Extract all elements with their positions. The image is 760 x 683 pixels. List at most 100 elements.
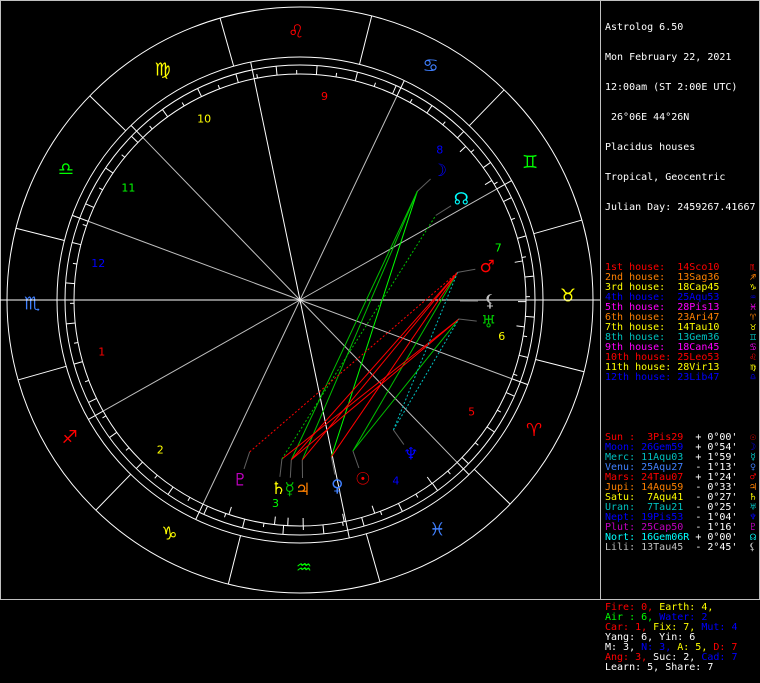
degree-tick (443, 122, 446, 125)
planet-glyph-icon: ♇ (233, 470, 248, 490)
planet-marker (515, 261, 523, 262)
degree-tick (522, 257, 526, 258)
degree-tick (513, 374, 517, 375)
degree-tick (511, 218, 515, 219)
degree-tick (410, 99, 412, 102)
zodiac-sign-icon: ♍ (155, 59, 171, 80)
house-number: 2 (157, 443, 164, 456)
sign-boundary (469, 90, 504, 126)
house-number: 9 (321, 90, 328, 103)
degree-tick (73, 263, 77, 264)
zodiac-type: Tropical, Geocentric (605, 173, 757, 183)
degree-tick (276, 66, 277, 75)
aspect-line (353, 319, 459, 451)
house-number: 5 (468, 406, 475, 419)
house-cusp-tick (397, 81, 404, 96)
degree-tick (483, 162, 490, 167)
planet-marker (427, 477, 432, 483)
planet-marker (485, 180, 492, 184)
sign-boundary (18, 366, 66, 380)
house-label: 12th house: (605, 372, 677, 383)
element-stats: Fire: 0, Earth: 4,Air : 6, Water: 2Car: … (605, 603, 757, 673)
degree-tick (162, 109, 167, 116)
house-row: 12th house: 23Lib47♎ (605, 373, 757, 383)
degree-tick (263, 523, 264, 527)
degree-tick (204, 506, 208, 514)
degree-tick (131, 136, 137, 142)
sign-icon: ♎ (750, 373, 756, 383)
degree-tick (506, 393, 514, 397)
house-number: 3 (272, 497, 279, 510)
planet-glyph-icon: ♀ (331, 476, 343, 496)
degree-tick (497, 410, 500, 412)
degree-tick (398, 503, 402, 511)
planet-glyph-icon: ☉ (355, 469, 370, 489)
planet-leader (393, 430, 404, 445)
aspect-line (393, 319, 458, 430)
chart-date: Mon February 22, 2021 (605, 53, 757, 63)
planet-list: Sun : 3Pis29 + 0°00'☉Moon: 26Gem59 + 0°5… (605, 433, 757, 553)
house-cusp-line (88, 221, 300, 300)
planet-marker (229, 507, 232, 515)
planet-icon: ⚸ (749, 543, 756, 553)
degree-tick (393, 86, 397, 94)
zodiac-sign-icon: ♉ (560, 286, 576, 307)
degree-tick (432, 483, 437, 490)
zodiac-sign-icon: ♏ (24, 293, 40, 314)
degree-tick (525, 276, 534, 277)
degree-tick (362, 517, 364, 526)
degree-tick (525, 316, 534, 317)
stat-segment: Mut: 4 (701, 622, 737, 633)
degree-tick (72, 242, 81, 244)
degree-tick (242, 519, 244, 528)
degree-tick (109, 432, 116, 437)
julian-day: Julian Day: 2459267.41667 (605, 203, 757, 213)
degree-tick (85, 380, 89, 381)
planet-glyph-icon: ☽ (432, 161, 447, 181)
degree-tick (99, 188, 102, 190)
planet-leader (353, 451, 359, 468)
planet-motion: - 2°45' (695, 542, 737, 553)
degree-tick (475, 443, 478, 446)
app-title: Astrolog 6.50 (605, 23, 757, 33)
degree-tick (342, 522, 343, 526)
zodiac-sign-icon: ♓ (429, 520, 445, 541)
chart-wheel[interactable]: ♈♉♊♋♌♍♎♏♐♑♒♓123456789101112☉☽☿♀♂♃♄♅♆♇☊⚸ (0, 0, 600, 600)
planet-leader (280, 459, 282, 477)
house-system: Placidus houses (605, 143, 757, 153)
sign-boundary (536, 359, 584, 371)
degree-tick (83, 224, 87, 225)
degree-tick (471, 150, 474, 153)
info-panel: Astrolog 6.50 Mon February 22, 2021 12:0… (605, 3, 757, 683)
zodiac-sign-icon: ♋ (423, 55, 439, 76)
planet-glyph-icon: ⚸ (484, 291, 496, 311)
zodiac-sign-icon: ♐ (62, 427, 78, 448)
zodiac-sign-icon: ♎ (58, 159, 74, 180)
degree-tick (283, 525, 284, 534)
house-number: 4 (392, 475, 399, 488)
house-cusp-tick (88, 411, 103, 419)
degree-tick (74, 342, 78, 343)
degree-tick (168, 487, 173, 494)
sign-boundary (16, 228, 64, 240)
degree-tick (74, 362, 83, 364)
stat-row: Learn: 5, Share: 7 (605, 663, 757, 673)
degree-tick (155, 475, 158, 478)
chart-time: 12:00am (ST 2:00E UTC) (605, 83, 757, 93)
degree-tick (355, 72, 357, 81)
degree-tick (374, 83, 375, 87)
degree-tick (336, 73, 337, 77)
degree-tick (66, 283, 75, 284)
degree-tick (126, 448, 129, 451)
sign-boundary (90, 96, 126, 131)
degree-tick (103, 416, 106, 418)
degree-tick (257, 74, 258, 78)
degree-tick (427, 106, 432, 113)
house-cusp-line (103, 300, 300, 411)
degree-tick (182, 103, 184, 106)
degree-tick (503, 198, 511, 202)
planet-marker (343, 514, 345, 522)
house-cusp-line (300, 96, 397, 300)
degree-tick (218, 85, 219, 89)
sign-boundary (474, 469, 510, 504)
